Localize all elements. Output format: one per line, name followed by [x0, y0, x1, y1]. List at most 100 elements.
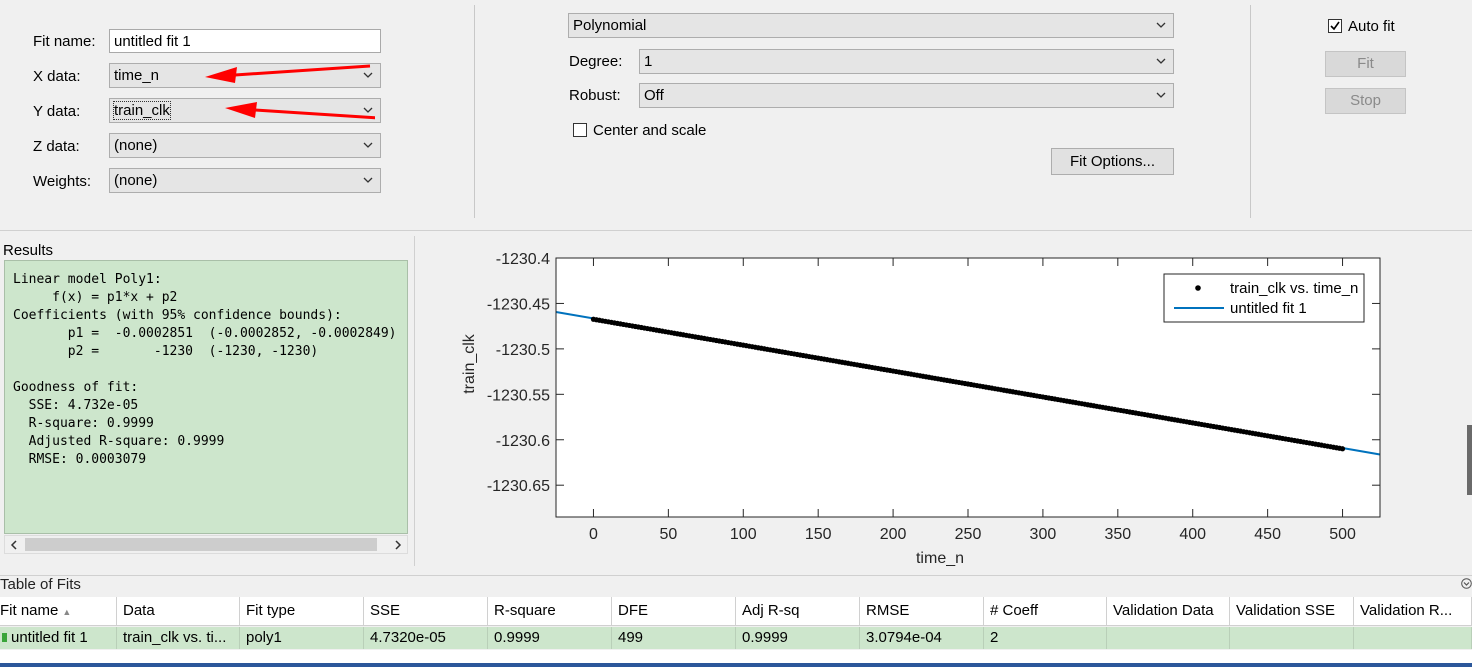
y-tick-label: -1230.6: [496, 433, 550, 450]
fit-name-input[interactable]: untitled fit 1: [109, 29, 381, 53]
x-axis-label: time_n: [916, 550, 964, 566]
checkmark-icon: [1330, 21, 1340, 31]
panel-divider: [414, 236, 415, 566]
y-tick-label: -1230.65: [487, 478, 550, 495]
x-tick-label: 400: [1179, 526, 1206, 543]
x-tick-label: 200: [880, 526, 907, 543]
z-data-dropdown[interactable]: (none): [109, 133, 381, 158]
fit-button[interactable]: Fit: [1325, 51, 1406, 77]
x-tick-label: 50: [659, 526, 677, 543]
weights-value: (none): [114, 172, 158, 189]
table-cell: [1230, 627, 1354, 649]
chevron-left-icon[interactable]: [8, 539, 20, 551]
legend-label-fit: untitled fit 1: [1230, 300, 1307, 317]
column-header[interactable]: Validation Data: [1107, 597, 1230, 625]
scrollbar-thumb[interactable]: [25, 538, 377, 551]
fit-type-dropdown[interactable]: Polynomial: [568, 13, 1174, 38]
y-tick-label: -1230.45: [487, 296, 550, 313]
y-tick-label: -1230.4: [496, 251, 550, 268]
table-cell: untitled fit 1: [0, 627, 117, 649]
data-point: [1339, 446, 1346, 452]
table-cell: 0.9999: [488, 627, 612, 649]
section-divider: [0, 230, 1472, 231]
table-cell: [1107, 627, 1230, 649]
panel-divider: [474, 5, 475, 218]
fit-name-cell: untitled fit 1: [11, 629, 88, 646]
fit-status-icon: [2, 633, 7, 642]
degree-value: 1: [644, 53, 653, 70]
legend-marker-points: [1195, 285, 1201, 291]
fit-type-value: Polynomial: [573, 17, 647, 34]
robust-dropdown[interactable]: Off: [639, 83, 1174, 108]
x-tick-label: 500: [1329, 526, 1356, 543]
table-cell: 0.9999: [736, 627, 860, 649]
stop-button[interactable]: Stop: [1325, 88, 1406, 114]
table-header: Fit name ▲ Data Fit type SSE R-square DFE Adj R…: [0, 597, 1472, 626]
results-horizontal-scrollbar[interactable]: [4, 535, 408, 554]
table-row[interactable]: untitled fit 1 train_clk vs. ti... poly1 4.…: [0, 627, 1472, 649]
table-cell: 3.0794e-04: [860, 627, 984, 649]
panel-divider: [1250, 5, 1251, 218]
degree-dropdown[interactable]: 1: [639, 49, 1174, 74]
x-tick-label: 250: [955, 526, 982, 543]
y-data-label: Y data:: [33, 103, 81, 120]
results-title: Results: [3, 242, 54, 259]
sort-ascending-icon: ▲: [62, 607, 72, 617]
weights-label: Weights:: [33, 173, 92, 190]
chevron-down-icon: [363, 177, 373, 183]
z-data-value: (none): [114, 137, 158, 154]
robust-label: Robust:: [569, 87, 621, 104]
z-data-label: Z data:: [33, 138, 80, 155]
column-header[interactable]: Validation R...: [1354, 597, 1472, 625]
auto-fit-checkbox[interactable]: [1328, 19, 1342, 33]
table-cell: poly1: [240, 627, 364, 649]
table-title: Table of Fits: [0, 576, 81, 593]
column-header[interactable]: Data: [117, 597, 240, 625]
column-header[interactable]: SSE: [364, 597, 488, 625]
legend-label-points: train_clk vs. time_n: [1230, 280, 1358, 297]
column-header[interactable]: Validation SSE: [1230, 597, 1354, 625]
annotation-arrow-icon: [205, 64, 375, 120]
x-tick-label: 0: [589, 526, 598, 543]
section-divider: [0, 575, 1472, 576]
column-header[interactable]: DFE: [612, 597, 736, 625]
panel-resize-handle[interactable]: [1467, 425, 1472, 495]
x-tick-label: 450: [1254, 526, 1281, 543]
chevron-down-icon: [1156, 58, 1166, 64]
column-header[interactable]: R-square: [488, 597, 612, 625]
x-tick-label: 100: [730, 526, 757, 543]
x-tick-label: 300: [1030, 526, 1057, 543]
y-tick-label: -1230.5: [496, 342, 550, 359]
fit-plot[interactable]: 0 50 100 150 200 250 300 350 400 450 500 -1230.4 -12…: [418, 236, 1472, 567]
y-data-value: train_clk: [113, 101, 171, 120]
column-header[interactable]: # Coeff: [984, 597, 1107, 625]
x-data-label: X data:: [33, 68, 81, 85]
degree-label: Degree:: [569, 53, 623, 70]
column-header[interactable]: Fit type: [240, 597, 364, 625]
fit-name-label: Fit name:: [33, 33, 96, 50]
table-cell: [1354, 627, 1472, 649]
y-axis-label: train_clk: [461, 333, 478, 394]
collapse-icon[interactable]: [1461, 578, 1472, 589]
table-cell: 2: [984, 627, 1107, 649]
fit-options-button[interactable]: Fit Options...: [1051, 148, 1174, 175]
results-text: Linear model Poly1: f(x) = p1*x + p2 Coe…: [13, 272, 397, 467]
plot-panel: 0 50 100 150 200 250 300 350 400 450 500 -1230.4 -12…: [418, 236, 1472, 567]
center-scale-label: Center and scale: [593, 122, 707, 139]
column-header[interactable]: Adj R-sq: [736, 597, 860, 625]
table-cell: train_clk vs. ti...: [117, 627, 240, 649]
chevron-down-icon: [363, 142, 373, 148]
table-cell: 499: [612, 627, 736, 649]
robust-value: Off: [644, 87, 664, 104]
column-header[interactable]: Fit name ▲: [0, 597, 117, 625]
window-bottom-edge: [0, 663, 1472, 667]
weights-dropdown[interactable]: (none): [109, 168, 381, 193]
auto-fit-label: Auto fit: [1348, 18, 1395, 35]
x-data-value: time_n: [114, 67, 160, 84]
x-tick-label: 150: [805, 526, 832, 543]
chevron-right-icon[interactable]: [392, 539, 404, 551]
x-tick-label: 350: [1104, 526, 1131, 543]
center-scale-checkbox[interactable]: [573, 123, 587, 137]
column-header[interactable]: RMSE: [860, 597, 984, 625]
table-cell: 4.7320e-05: [364, 627, 488, 649]
